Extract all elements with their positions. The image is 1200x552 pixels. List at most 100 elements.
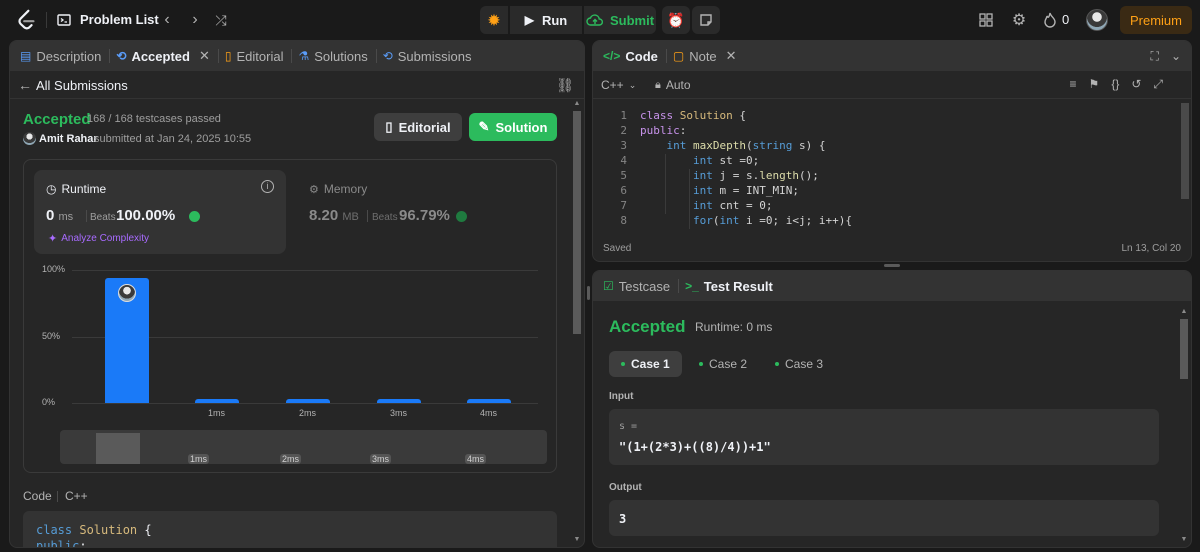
submit-label: Submit xyxy=(609,12,655,28)
submission-panel: ▤ Description ⟲ Accepted ✕ ▯ Editorial ⚗… xyxy=(9,40,585,548)
code-line: int cnt = 0; xyxy=(692,199,773,212)
scroll-down-icon[interactable]: ▼ xyxy=(1179,535,1189,545)
auto-mode-toggle[interactable]: 🔒︎ Auto xyxy=(655,78,691,92)
y-tick-label: 0% xyxy=(42,397,56,407)
shuffle-icon[interactable]: ⤮ xyxy=(212,11,230,29)
scrollbar-thumb[interactable] xyxy=(573,111,581,334)
submitted-code-block[interactable]: class Solution { public: xyxy=(23,511,557,547)
braces-icon[interactable]: {} xyxy=(1111,77,1119,92)
scroll-down-icon[interactable]: ▼ xyxy=(572,535,582,545)
line-number: 7 xyxy=(620,199,627,212)
code-editor[interactable]: 1 class Solution {2 public: 3 int maxDepth(… xyxy=(593,103,1191,235)
tab-code[interactable]: </> Code xyxy=(603,49,664,64)
case-tab-2[interactable]: Case 2 xyxy=(687,351,759,377)
tab-label: Description xyxy=(36,48,102,64)
streak-flame-icon[interactable] xyxy=(1040,10,1060,30)
notes-button[interactable] xyxy=(692,6,720,34)
input-box[interactable]: s = "(1+(2*3)+((8)/4))+1" xyxy=(609,409,1159,465)
vertical-resize-handle[interactable] xyxy=(587,286,590,300)
scrollbar-thumb[interactable] xyxy=(1180,319,1188,379)
case-tab-1[interactable]: Case 1 xyxy=(609,351,682,377)
line-number: 4 xyxy=(620,154,627,167)
prev-problem-icon[interactable]: ‹ xyxy=(158,11,176,29)
y-tick-label: 50% xyxy=(42,330,61,341)
scroll-up-icon[interactable]: ▲ xyxy=(572,99,582,109)
premium-button[interactable]: Premium xyxy=(1120,6,1192,34)
submitter-name[interactable]: Amit Rahar xyxy=(39,133,98,145)
leetcode-logo-icon[interactable] xyxy=(16,9,38,31)
x-tick-label: 2ms xyxy=(299,408,317,418)
chart-bar[interactable] xyxy=(377,399,421,403)
horizontal-resize-handle[interactable] xyxy=(884,264,900,267)
collapse-icon[interactable]: ⌄ xyxy=(1171,49,1181,64)
scrollbar-thumb[interactable] xyxy=(1181,103,1189,199)
description-icon: ▤ xyxy=(20,49,32,63)
format-icon[interactable]: ≡ xyxy=(1070,77,1077,92)
timer-button[interactable]: ⏰ xyxy=(662,6,690,34)
tab-test-result[interactable]: >_ Test Result xyxy=(685,279,779,294)
tab-label: Accepted xyxy=(131,48,190,64)
tab-label: Test Result xyxy=(703,278,773,294)
close-tab-icon[interactable]: ✕ xyxy=(726,48,737,64)
tab-label: Editorial xyxy=(236,48,284,64)
output-box[interactable]: 3 xyxy=(609,500,1159,536)
reset-icon[interactable]: ↺ xyxy=(1131,77,1141,92)
code-line: class Solution { xyxy=(640,109,746,122)
result-scrollbar[interactable]: ▲ ▼ xyxy=(1179,307,1189,545)
editor-scrollbar[interactable] xyxy=(1181,103,1189,199)
language-select[interactable]: C++ ⌄ xyxy=(601,78,636,92)
runtime-card[interactable]: ◷ Runtime i 0 ms Beats 100.00% ✦ Analyze… xyxy=(34,170,286,254)
scroll-up-icon[interactable]: ▲ xyxy=(1179,307,1189,317)
tab-accepted[interactable]: ⟲ Accepted ✕ xyxy=(116,48,216,64)
all-submissions-link[interactable]: All Submissions xyxy=(36,78,128,93)
close-tab-icon[interactable]: ✕ xyxy=(199,48,210,64)
post-solution-button[interactable]: ✎ Solution xyxy=(469,113,557,141)
overview-bar xyxy=(96,433,140,464)
chart-range-overview[interactable]: 1ms 2ms 3ms 4ms xyxy=(60,430,547,464)
memory-title[interactable]: ⚙ Memory xyxy=(309,182,367,196)
tab-submissions[interactable]: ⟲ Submissions xyxy=(383,49,478,64)
x-tick-label: 1ms xyxy=(208,408,226,418)
share-link-icon[interactable]: ⛓ xyxy=(556,77,574,94)
my-submission-avatar[interactable] xyxy=(118,283,136,302)
note-icon: ▢ xyxy=(672,49,685,63)
problem-list-link[interactable]: Problem List xyxy=(80,12,159,27)
maximize-icon[interactable]: ⛶ xyxy=(1151,49,1159,64)
tab-editorial[interactable]: ▯ Editorial xyxy=(225,49,290,64)
tab-note[interactable]: ▢ Note ✕ xyxy=(673,48,743,64)
user-avatar[interactable] xyxy=(1086,9,1108,31)
editorial-button[interactable]: ▯ Editorial xyxy=(374,113,462,141)
case-tab-3[interactable]: Case 3 xyxy=(763,351,835,377)
left-scrollbar[interactable]: ▲ ▼ xyxy=(572,99,582,545)
info-icon[interactable]: i xyxy=(261,180,274,193)
run-label: Run xyxy=(541,12,568,28)
layout-grid-icon[interactable] xyxy=(976,10,996,30)
expand-icon[interactable]: ⤢ xyxy=(1153,77,1163,92)
list-icon[interactable] xyxy=(56,12,72,28)
tab-label: Solutions xyxy=(314,48,368,64)
run-button[interactable]: ▶ Run xyxy=(510,6,582,34)
debug-button[interactable]: ✹ xyxy=(480,6,508,34)
tab-description[interactable]: ▤ Description xyxy=(20,49,107,64)
next-problem-icon[interactable]: › xyxy=(186,11,204,29)
code-line: int maxDepth(string s) { xyxy=(666,139,826,152)
settings-gear-icon[interactable]: ⚙ xyxy=(1009,10,1029,30)
checkbox-icon: ☑ xyxy=(603,279,614,293)
bookmark-icon[interactable]: ⚑ xyxy=(1089,77,1100,92)
submitter-avatar[interactable] xyxy=(23,132,36,145)
save-status: Saved xyxy=(603,243,632,254)
analyze-complexity-link[interactable]: ✦ Analyze Complexity xyxy=(48,232,149,245)
history-icon: ⟲ xyxy=(116,49,127,63)
back-arrow-icon[interactable]: ← xyxy=(18,77,32,93)
submit-button[interactable]: Submit xyxy=(584,6,656,34)
tab-testcase[interactable]: ☑ Testcase xyxy=(603,279,676,294)
divider xyxy=(46,12,47,28)
left-tab-bar: ▤ Description ⟲ Accepted ✕ ▯ Editorial ⚗… xyxy=(10,41,584,71)
runtime-unit: ms xyxy=(58,211,74,223)
chart-bar[interactable] xyxy=(195,399,239,403)
chart-bar[interactable] xyxy=(286,399,330,403)
tab-solutions[interactable]: ⚗ Solutions xyxy=(298,49,373,64)
y-tick-label: 100% xyxy=(42,264,66,274)
code-brackets-icon: </> xyxy=(603,49,621,63)
chart-bar[interactable] xyxy=(467,399,511,403)
